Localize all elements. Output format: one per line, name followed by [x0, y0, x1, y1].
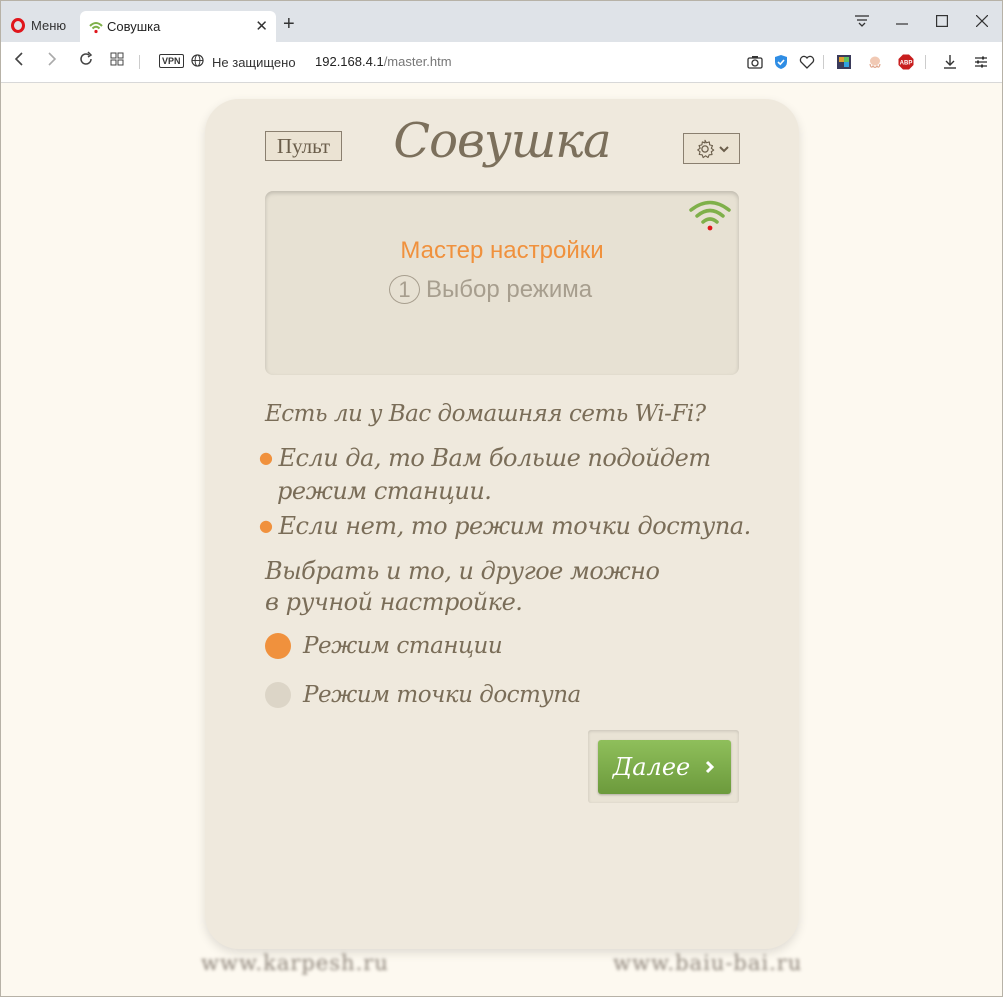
radio-station-mode[interactable]: Режим станции: [265, 633, 503, 659]
easy-setup-icon[interactable]: [973, 54, 989, 70]
browser-window: Меню Совушка ✕ + VPN Не защищено 192.168…: [0, 0, 1003, 997]
bullet-access-point: ● Если нет, то режим точки доступа.: [259, 511, 751, 544]
radio-access-point-mode[interactable]: Режим точки доступа: [265, 682, 581, 708]
bullet-station: ● Если да, то Вам больше подойдет режим с…: [259, 443, 711, 507]
settings-button[interactable]: [683, 133, 740, 164]
step-label: Выбор режима: [426, 275, 593, 303]
extension-image-icon[interactable]: [836, 54, 852, 70]
back-icon[interactable]: [13, 51, 25, 72]
toolbar-divider: [925, 55, 926, 69]
question-text: Есть ли у Вас домашняя сеть Wi-Fi?: [265, 401, 706, 427]
shield-check-icon[interactable]: [773, 54, 789, 70]
globe-icon: [191, 54, 204, 67]
close-window-icon[interactable]: [976, 15, 988, 27]
tab-bar: Меню Совушка ✕ +: [1, 1, 1002, 42]
address-toolbar: VPN Не защищено 192.168.4.1/master.htm A…: [1, 42, 1002, 83]
bullet-station-line1: Если да, то Вам больше подойдет: [278, 444, 711, 472]
download-icon[interactable]: [942, 54, 958, 70]
tab-title: Совушка: [107, 19, 161, 34]
adblock-icon[interactable]: ABP: [898, 54, 914, 70]
security-status[interactable]: Не защищено: [212, 55, 296, 70]
manual-note: Выбрать и то, и другое можно в ручной на…: [265, 556, 660, 618]
reload-icon[interactable]: [78, 51, 94, 72]
chevron-right-icon: [706, 760, 715, 774]
radio-station-label: Режим станции: [303, 633, 503, 659]
toolbar-divider: [823, 55, 824, 69]
url-path: /master.htm: [383, 54, 452, 69]
menu-label: Меню: [31, 17, 67, 33]
address-bar[interactable]: 192.168.4.1/master.htm: [315, 54, 452, 69]
gear-icon: [696, 139, 714, 158]
footer-link-right[interactable]: www.baiu-bai.ru: [613, 951, 802, 975]
radio-unselected-icon[interactable]: [265, 682, 291, 708]
bullet-station-line2: режим станции.: [277, 477, 492, 505]
toolbar-divider: [139, 55, 140, 69]
wizard-card: Пульт Совушка Мастер настройки 1 Выбор р…: [205, 99, 799, 949]
bullet-dot: ●: [259, 516, 273, 535]
next-button-label: Далее: [612, 753, 691, 781]
wifi-signal-icon: [689, 200, 731, 231]
opera-logo-icon: [11, 17, 25, 33]
wifi-favicon-icon: [89, 21, 103, 33]
minimize-icon[interactable]: [896, 23, 908, 25]
wizard-title: Мастер настройки: [400, 237, 604, 264]
url-host: 192.168.4.1: [315, 54, 384, 69]
new-tab-icon[interactable]: +: [283, 13, 295, 36]
next-button-frame: Далее: [588, 730, 739, 803]
bullet-access-point-text: Если нет, то режим точки доступа.: [278, 512, 751, 540]
tab-sovushka[interactable]: Совушка ✕: [80, 11, 276, 42]
step-indicator: 1 Выбор режима: [389, 275, 592, 304]
maximize-icon[interactable]: [936, 15, 948, 27]
forward-icon[interactable]: [46, 51, 58, 72]
footer-link-left[interactable]: www.karpesh.ru: [201, 951, 389, 975]
manual-note-line1: Выбрать и то, и другое можно: [265, 557, 660, 585]
bullet-dot: ●: [259, 448, 273, 467]
status-panel: Мастер настройки 1 Выбор режима: [265, 191, 739, 375]
extension-octopus-icon[interactable]: [867, 54, 883, 70]
manual-note-line2: в ручной настройке.: [265, 588, 523, 616]
step-number-badge: 1: [389, 275, 420, 304]
camera-icon[interactable]: [747, 54, 763, 70]
radio-selected-icon[interactable]: [265, 633, 291, 659]
vpn-badge[interactable]: VPN: [159, 54, 184, 68]
speed-dial-icon[interactable]: [110, 51, 124, 71]
chevron-down-icon: [718, 145, 729, 152]
close-tab-icon[interactable]: ✕: [255, 17, 268, 35]
opera-menu-button[interactable]: Меню: [11, 15, 66, 35]
tab-menu-icon[interactable]: [854, 14, 870, 28]
heart-icon[interactable]: [799, 54, 815, 70]
next-button[interactable]: Далее: [598, 740, 731, 794]
adblock-label: ABP: [900, 61, 913, 67]
radio-access-point-label: Режим точки доступа: [303, 682, 581, 708]
